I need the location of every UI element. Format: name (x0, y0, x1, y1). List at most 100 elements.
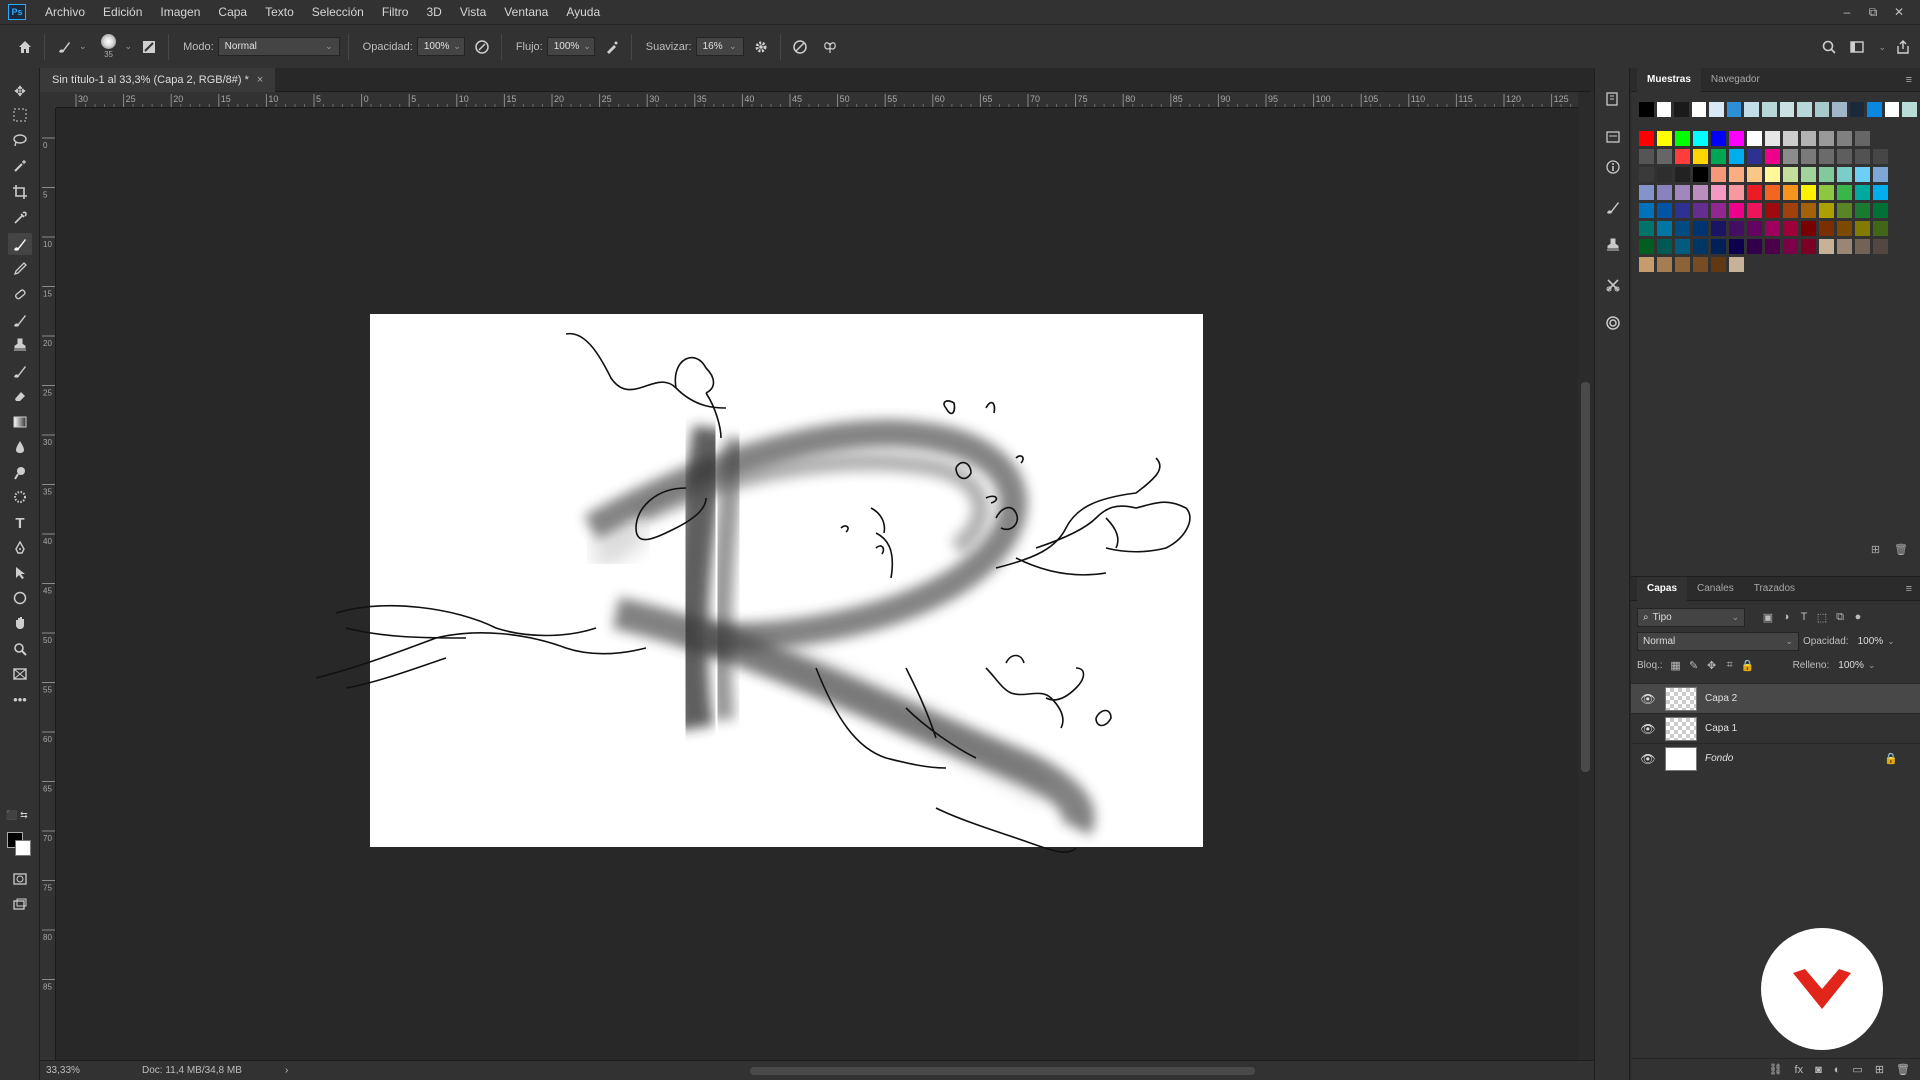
opacity-input[interactable]: 100% ⌄ (416, 37, 465, 56)
color-swatch[interactable] (1855, 149, 1870, 164)
home-icon[interactable] (14, 36, 36, 58)
history-panel-icon[interactable] (1602, 88, 1624, 110)
layer-row-capa-2[interactable]: 👁 Capa 2 (1631, 683, 1920, 713)
layer-row-fondo[interactable]: 👁 Fondo 🔒 (1631, 743, 1920, 773)
color-swatch[interactable] (1639, 131, 1654, 146)
color-swatch[interactable] (1729, 167, 1744, 182)
color-swatch[interactable] (1801, 149, 1816, 164)
color-swatch[interactable] (1747, 185, 1762, 200)
color-swatch[interactable] (1711, 149, 1726, 164)
dodge-tool-icon[interactable] (8, 462, 32, 484)
color-swatch[interactable] (1765, 167, 1780, 182)
color-swatch[interactable] (1873, 239, 1888, 254)
panel-menu-icon[interactable]: ≡ (1906, 583, 1912, 595)
filter-shape-icon[interactable]: ⬚ (1813, 611, 1831, 624)
adjustment-layer-icon[interactable]: ◐ (1834, 1064, 1841, 1076)
vertical-ruler[interactable]: 0 5 10 15 20 25 30 35 40 45 50 55 60 65 70 75 80 85 (40, 108, 56, 1060)
color-swatch[interactable] (1783, 149, 1798, 164)
status-menu-arrow[interactable]: › (285, 1065, 288, 1076)
info-icon[interactable] (1602, 156, 1624, 178)
quick-mask-icon[interactable] (8, 868, 32, 890)
color-swatch[interactable] (1657, 221, 1672, 236)
color-swatch[interactable] (1711, 203, 1726, 218)
libraries-icon[interactable] (1602, 312, 1624, 334)
add-mask-icon[interactable]: ◙ (1815, 1064, 1822, 1076)
color-swatch[interactable] (1675, 185, 1690, 200)
layer-filter-dropdown[interactable]: ⌕ Tipo ⌄ (1637, 607, 1745, 627)
panel-menu-icon[interactable]: ≡ (1906, 74, 1912, 86)
horizontal-ruler[interactable]: 30 25 20 15 10 5 0 5 10 15 20 25 30 35 40 45 50 55 60 65 70 7… (56, 92, 1578, 108)
vertical-scrollbar-thumb[interactable] (1581, 382, 1590, 772)
color-swatch[interactable] (1837, 185, 1852, 200)
screen-mode-icon[interactable] (8, 894, 32, 916)
color-swatch[interactable] (1765, 221, 1780, 236)
color-swatch[interactable] (1729, 131, 1744, 146)
mode-dropdown[interactable]: Normal ⌄ (217, 37, 340, 56)
close-window-button[interactable]: ✕ (1886, 5, 1912, 19)
color-swatch[interactable] (1675, 257, 1690, 272)
new-group-folder-icon[interactable]: ▭ (1852, 1063, 1862, 1076)
color-swatch[interactable] (1801, 203, 1816, 218)
color-swatch[interactable] (1855, 167, 1870, 182)
menu-edicion[interactable]: Edición (94, 0, 151, 24)
color-swatch[interactable] (1873, 221, 1888, 236)
color-swatch[interactable] (1819, 185, 1834, 200)
menu-imagen[interactable]: Imagen (151, 0, 209, 24)
color-swatch[interactable] (1765, 203, 1780, 218)
color-swatch[interactable] (1675, 239, 1690, 254)
chevron-down-icon[interactable]: ⌄ (125, 41, 133, 52)
pressure-size-icon[interactable] (789, 36, 811, 58)
color-swatch[interactable] (1765, 185, 1780, 200)
brush-settings-icon[interactable] (1602, 196, 1624, 218)
history-brush-tool-icon[interactable] (8, 360, 32, 382)
color-swatch[interactable] (1675, 149, 1690, 164)
frame-tool-icon[interactable] (8, 663, 32, 685)
horizontal-scrollbar-thumb[interactable] (750, 1067, 1255, 1075)
color-swatch[interactable] (1747, 221, 1762, 236)
color-swatch[interactable] (1675, 203, 1690, 218)
color-swatch[interactable] (1783, 185, 1798, 200)
color-swatch[interactable] (1747, 131, 1762, 146)
color-swatch[interactable] (1693, 149, 1708, 164)
color-swatch[interactable] (1783, 203, 1798, 218)
color-swatch[interactable] (1873, 185, 1888, 200)
pen-tool-icon[interactable] (8, 537, 32, 559)
color-swatch[interactable] (1729, 149, 1744, 164)
healing-brush-tool-icon[interactable] (8, 283, 32, 305)
search-icon[interactable] (1818, 36, 1840, 58)
color-swatch[interactable] (1873, 167, 1888, 182)
color-swatch[interactable] (1657, 185, 1672, 200)
color-swatch[interactable] (1639, 203, 1654, 218)
layer-name[interactable]: Capa 2 (1705, 693, 1737, 704)
color-swatch[interactable] (1855, 185, 1870, 200)
color-swatch[interactable] (1729, 239, 1744, 254)
color-swatch[interactable] (1783, 167, 1798, 182)
smoothing-input[interactable]: 16% ⌄ (695, 37, 744, 56)
layer-style-fx-icon[interactable]: fx (1795, 1064, 1804, 1076)
color-swatch[interactable] (1729, 221, 1744, 236)
layer-opacity-input[interactable]: 100% ⌄ (1853, 632, 1895, 651)
new-layer-icon[interactable]: ⊞ (1875, 1063, 1884, 1076)
ellipse-tool-icon[interactable] (8, 587, 32, 609)
color-swatch[interactable] (1711, 185, 1726, 200)
color-swatch[interactable] (1693, 203, 1708, 218)
color-swatch[interactable] (1837, 203, 1852, 218)
menu-ayuda[interactable]: Ayuda (557, 0, 609, 24)
vertical-scrollbar[interactable] (1578, 92, 1594, 1060)
color-swatch[interactable] (1819, 203, 1834, 218)
color-swatch[interactable] (1639, 185, 1654, 200)
color-swatch[interactable] (1819, 167, 1834, 182)
color-swatch[interactable] (1639, 239, 1654, 254)
color-swatch[interactable] (1657, 149, 1672, 164)
type-tool-icon[interactable]: T (8, 512, 32, 534)
zoom-level[interactable]: 33,33% (40, 1065, 120, 1076)
lock-artboard-icon[interactable]: ⌗ (1721, 659, 1739, 672)
color-swatch[interactable] (1657, 239, 1672, 254)
color-swatch[interactable] (1779, 102, 1795, 117)
color-swatch[interactable] (1657, 167, 1672, 182)
chevron-down-icon[interactable]: ⌄ (79, 41, 87, 52)
sponge-tool-icon[interactable] (8, 486, 32, 508)
color-swatch[interactable] (1867, 102, 1882, 117)
airbrush-icon[interactable] (601, 36, 623, 58)
flow-input[interactable]: 100% ⌄ (546, 37, 595, 56)
